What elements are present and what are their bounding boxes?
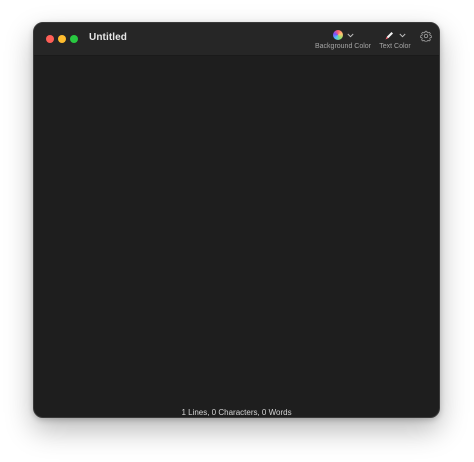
color-wheel-icon xyxy=(332,30,343,40)
window-title: Untitled xyxy=(89,32,128,43)
chevron-down-icon xyxy=(346,33,354,37)
pen-icon xyxy=(385,31,393,39)
close-button[interactable] xyxy=(46,35,54,43)
text-editor-area[interactable] xyxy=(34,56,439,403)
titlebar: Untitled Background Color Text Color xyxy=(34,23,439,56)
app-window: Untitled Background Color Text Color 1 L… xyxy=(33,22,440,418)
status-bar: 1 Lines, 0 Characters, 0 Words xyxy=(181,408,292,417)
minimize-button[interactable] xyxy=(58,35,66,43)
chevron-down-icon xyxy=(399,33,406,37)
gear-icon[interactable] xyxy=(420,30,432,42)
background-color-control[interactable] xyxy=(332,28,354,42)
text-color-button[interactable]: Text Color xyxy=(377,28,413,50)
background-color-button[interactable]: Background Color xyxy=(314,28,372,50)
text-color-control[interactable] xyxy=(384,28,406,42)
background-color-label: Background Color xyxy=(314,43,372,50)
maximize-button[interactable] xyxy=(70,35,78,43)
text-color-label: Text Color xyxy=(379,43,411,50)
